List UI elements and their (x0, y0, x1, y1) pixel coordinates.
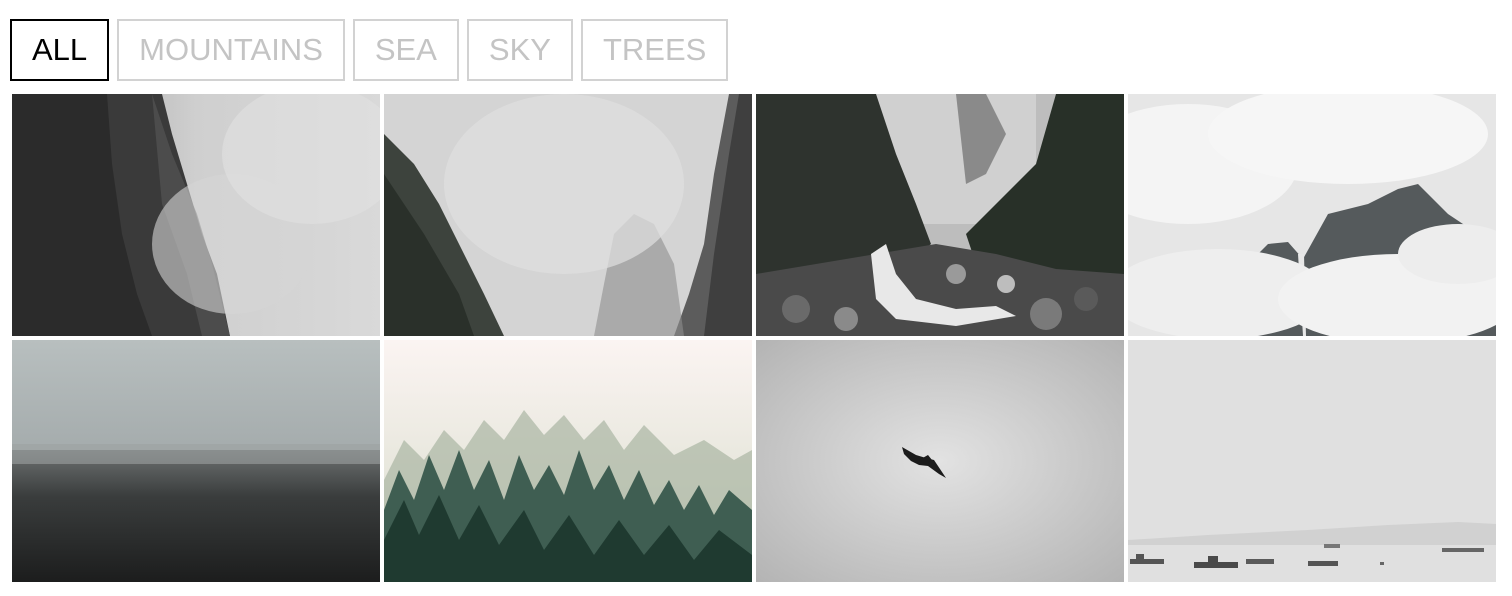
filter-button-all[interactable]: ALL (10, 19, 110, 81)
photo-misty-sea-image (12, 340, 380, 582)
filter-button-sea[interactable]: SEA (352, 19, 459, 81)
photo-cloudy-mountain[interactable] (1128, 94, 1496, 336)
photo-waterfall-river[interactable] (756, 94, 1124, 336)
photo-misty-forest-image (384, 340, 752, 582)
photo-foggy-cliff-image (12, 94, 380, 336)
filter-button-sky[interactable]: SKY (466, 19, 573, 81)
photo-foggy-canyon-image (384, 94, 752, 336)
photo-harbor-boats[interactable] (1128, 340, 1496, 582)
photo-harbor-boats-image (1128, 340, 1496, 582)
photo-grid (12, 94, 1496, 582)
gallery-page: ALL MOUNTAINS SEA SKY TREES (0, 0, 1512, 596)
filter-button-trees[interactable]: TREES (580, 19, 729, 81)
photo-cloudy-mountain-image (1128, 94, 1496, 336)
photo-misty-sea[interactable] (12, 340, 380, 582)
filter-bar: ALL MOUNTAINS SEA SKY TREES (10, 19, 729, 81)
photo-bird-sky-image (756, 340, 1124, 582)
photo-foggy-canyon[interactable] (384, 94, 752, 336)
photo-misty-forest[interactable] (384, 340, 752, 582)
photo-bird-sky[interactable] (756, 340, 1124, 582)
filter-button-mountains[interactable]: MOUNTAINS (117, 19, 345, 81)
photo-waterfall-river-image (756, 94, 1124, 336)
photo-foggy-cliff[interactable] (12, 94, 380, 336)
